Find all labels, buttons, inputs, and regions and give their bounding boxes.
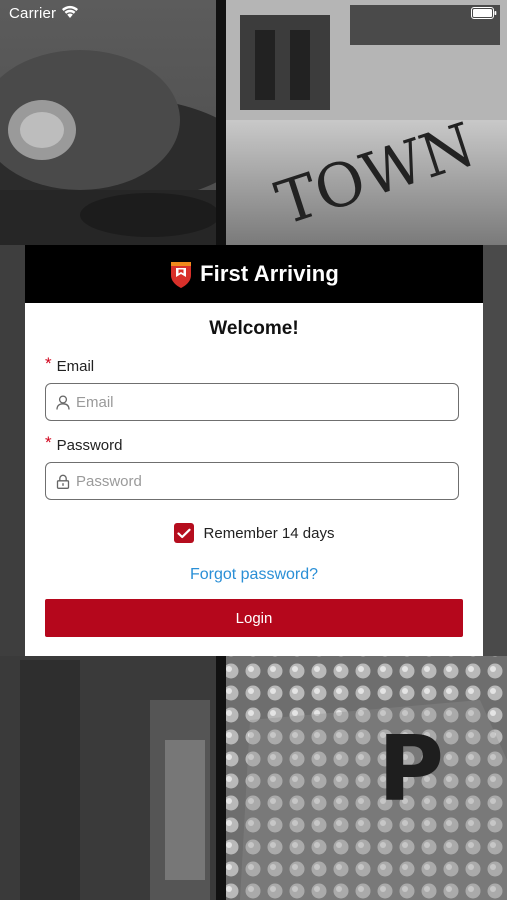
email-label: * Email xyxy=(45,354,95,376)
password-input[interactable] xyxy=(76,472,458,490)
checkmark-icon xyxy=(176,528,191,538)
required-marker: * xyxy=(45,354,52,373)
lock-icon xyxy=(56,474,70,489)
login-button[interactable]: Login xyxy=(45,599,463,637)
email-label-text: Email xyxy=(56,358,95,375)
email-field[interactable] xyxy=(45,383,459,421)
wifi-icon xyxy=(62,5,78,18)
password-label: * Password xyxy=(45,433,123,455)
email-input[interactable] xyxy=(76,393,458,411)
brand-header: First Arriving xyxy=(25,245,483,303)
status-bar: Carrier xyxy=(0,0,507,28)
shield-logo-icon xyxy=(171,261,192,288)
login-card: First Arriving Welcome! *Email *Password xyxy=(25,245,483,656)
carrier-label: Carrier xyxy=(9,5,57,22)
login-screen: TOWN P Carrier First Arriving Welcome! *… xyxy=(0,0,507,900)
password-field[interactable] xyxy=(45,462,459,500)
svg-text:P: P xyxy=(378,717,444,822)
brand-name: First Arriving xyxy=(200,261,339,286)
password-label-text: Password xyxy=(56,437,123,454)
forgot-password-link[interactable]: Forgot password? xyxy=(25,566,483,584)
battery-icon xyxy=(471,7,497,19)
remember-row: Remember 14 days xyxy=(25,523,483,543)
remember-label: Remember 14 days xyxy=(203,524,335,542)
remember-checkbox[interactable] xyxy=(173,523,194,543)
required-marker: * xyxy=(45,433,52,452)
user-icon xyxy=(56,394,70,410)
welcome-heading: Welcome! xyxy=(209,318,299,339)
